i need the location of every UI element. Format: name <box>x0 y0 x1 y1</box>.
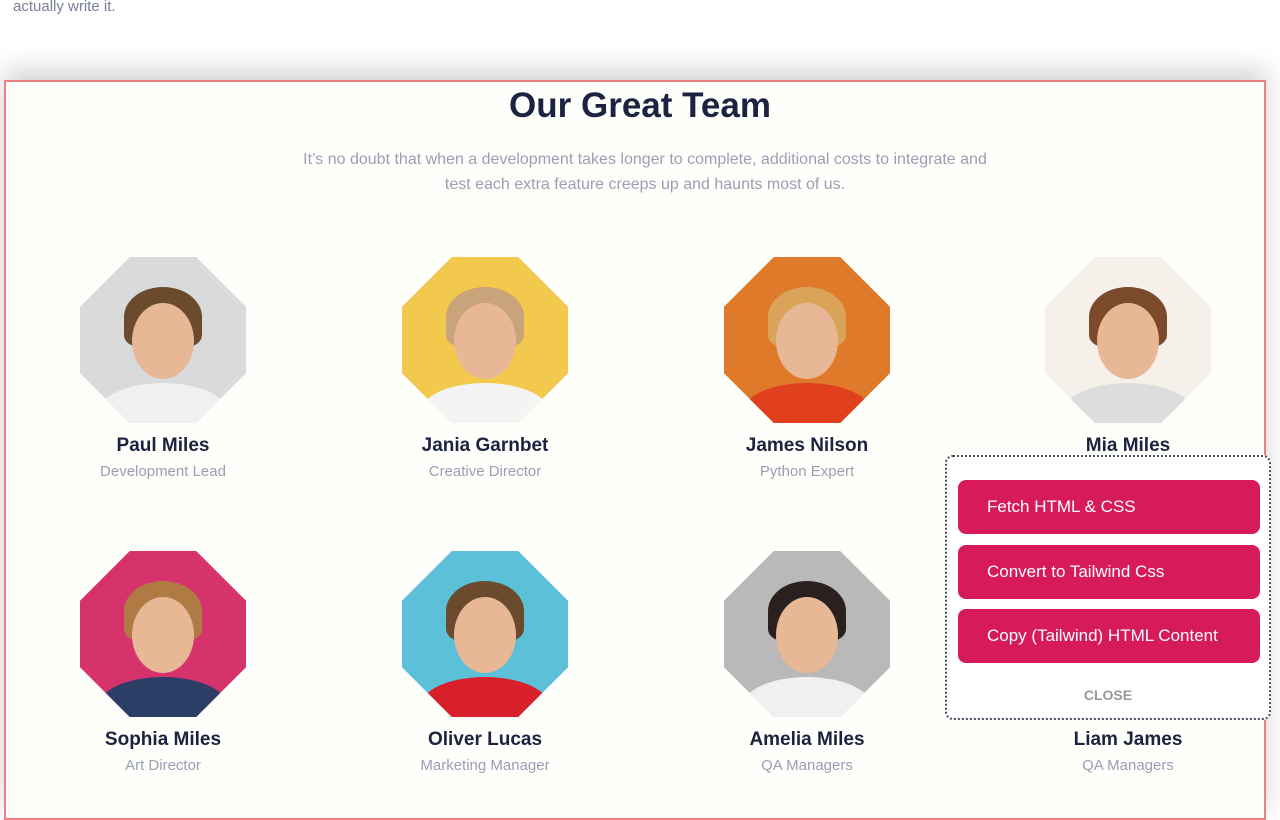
member-name: Liam James <box>1073 729 1183 750</box>
close-button[interactable]: CLOSE <box>947 687 1269 703</box>
member-role: Marketing Manager <box>420 757 550 774</box>
team-member-card: Oliver Lucas Marketing Manager <box>355 551 615 774</box>
member-role: Development Lead <box>100 463 226 480</box>
avatar <box>80 257 246 423</box>
member-role: Art Director <box>125 757 201 774</box>
member-role: QA Managers <box>761 757 853 774</box>
team-member-card: Sophia Miles Art Director <box>33 551 293 774</box>
member-name: Amelia Miles <box>749 729 865 750</box>
avatar <box>724 257 890 423</box>
team-member-card: Mia Miles <box>998 257 1258 463</box>
team-member-card: James Nilson Python Expert <box>677 257 937 480</box>
avatar <box>80 551 246 717</box>
page-title: Our Great Team <box>509 86 771 125</box>
member-role: Creative Director <box>428 463 542 480</box>
copy-tailwind-html-button[interactable]: Copy (Tailwind) HTML Content <box>958 609 1260 663</box>
avatar <box>1045 257 1211 423</box>
member-role: QA Managers <box>1082 757 1174 774</box>
member-role: Python Expert <box>759 463 855 480</box>
fetch-html-css-button[interactable]: Fetch HTML & CSS <box>958 480 1260 534</box>
section-subtitle: It’s no doubt that when a development ta… <box>303 151 987 193</box>
member-name: Oliver Lucas <box>427 729 543 750</box>
avatar <box>402 257 568 423</box>
intro-text: actually write it. <box>13 0 116 15</box>
team-member-card: Amelia Miles QA Managers <box>677 551 937 774</box>
avatar <box>724 551 890 717</box>
member-name: Sophia Miles <box>104 729 222 750</box>
member-name: James Nilson <box>745 435 869 456</box>
member-name: Jania Garnbet <box>421 435 549 456</box>
team-member-card: Jania Garnbet Creative Director <box>355 257 615 480</box>
avatar <box>402 551 568 717</box>
team-member-card: Paul Miles Development Lead <box>33 257 293 480</box>
member-name: Mia Miles <box>1085 435 1171 456</box>
member-name: Paul Miles <box>116 435 210 456</box>
convert-tailwind-button[interactable]: Convert to Tailwind Css <box>958 545 1260 599</box>
export-popup: Fetch HTML & CSS Convert to Tailwind Css… <box>945 455 1271 720</box>
